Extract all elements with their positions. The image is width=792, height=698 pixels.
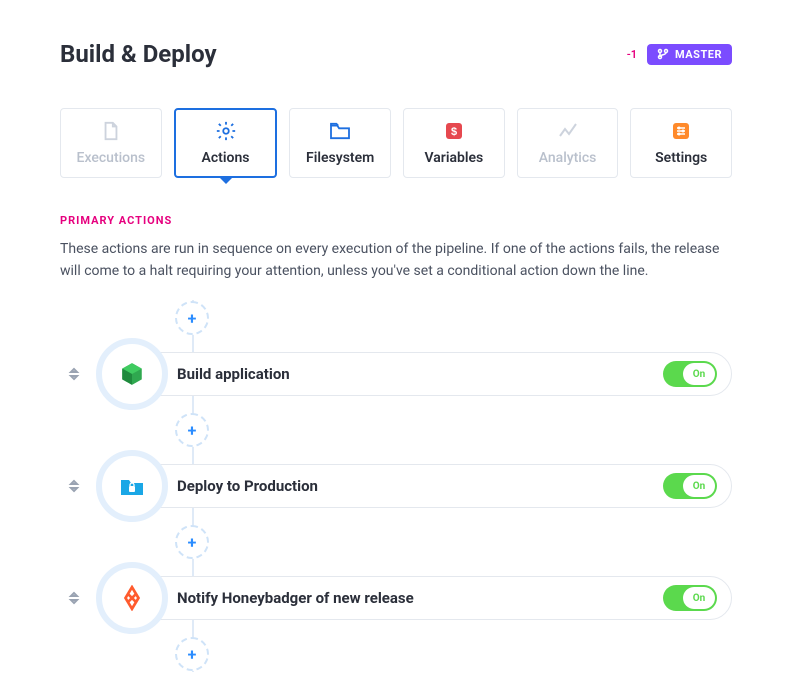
plus-icon: + [188, 645, 197, 664]
settings-icon [670, 120, 692, 142]
tab-settings[interactable]: Settings [630, 108, 732, 178]
action-title: Build application [177, 365, 663, 383]
variables-icon: $ [443, 120, 465, 142]
page-title: Build & Deploy [60, 40, 217, 68]
tab-filesystem[interactable]: Filesystem [289, 108, 391, 178]
drag-handle[interactable] [60, 472, 88, 500]
tab-label: Filesystem [306, 150, 374, 166]
toggle-knob: On [683, 587, 715, 609]
toggle-knob: On [683, 363, 715, 385]
tab-label: Actions [202, 150, 250, 166]
toggle-knob: On [683, 475, 715, 497]
section-label: PRIMARY ACTIONS [60, 214, 732, 227]
plus-icon: + [188, 309, 197, 328]
folder-lock-icon [119, 475, 145, 497]
plus-icon: + [188, 421, 197, 440]
plus-icon: + [188, 533, 197, 552]
actions-chain: + Buil [60, 300, 732, 672]
add-action-button[interactable]: + [175, 525, 209, 559]
tab-actions[interactable]: Actions [174, 108, 278, 178]
action-row: Build application On [60, 344, 732, 404]
tab-label: Settings [655, 150, 707, 166]
honeybadger-icon [119, 585, 145, 611]
tab-executions[interactable]: Executions [60, 108, 162, 178]
add-action-button[interactable]: + [175, 301, 209, 335]
tab-label: Variables [424, 150, 483, 166]
tab-bar: Executions Actions Filesystem $ [60, 108, 732, 178]
tab-label: Executions [77, 150, 146, 166]
page-header: Build & Deploy -1 MASTER [60, 40, 732, 68]
action-icon-badge [102, 456, 162, 516]
action-toggle[interactable]: On [663, 473, 717, 499]
branch-label: MASTER [675, 48, 722, 61]
execution-counter: -1 [627, 49, 637, 60]
action-card[interactable]: Notify Honeybadger of new release On [132, 576, 732, 620]
add-action-button[interactable]: + [175, 413, 209, 447]
action-card[interactable]: Deploy to Production On [132, 464, 732, 508]
folder-icon [329, 120, 351, 142]
analytics-icon [557, 120, 579, 142]
document-icon [100, 120, 122, 142]
tab-label: Analytics [539, 150, 597, 166]
action-row: Notify Honeybadger of new release On [60, 568, 732, 628]
action-icon-badge [102, 344, 162, 404]
drag-handle[interactable] [60, 584, 88, 612]
branch-icon [657, 48, 669, 60]
action-title: Deploy to Production [177, 477, 663, 495]
add-action-button[interactable]: + [175, 637, 209, 671]
cube-icon [119, 361, 145, 387]
drag-handle[interactable] [60, 360, 88, 388]
tab-analytics[interactable]: Analytics [517, 108, 619, 178]
action-title: Notify Honeybadger of new release [177, 589, 663, 607]
action-row: Deploy to Production On [60, 456, 732, 516]
svg-text:$: $ [451, 126, 457, 138]
section-description: These actions are run in sequence on eve… [60, 239, 732, 282]
action-toggle[interactable]: On [663, 361, 717, 387]
gear-icon [215, 120, 237, 142]
branch-badge[interactable]: MASTER [647, 44, 732, 65]
action-icon-badge [102, 568, 162, 628]
action-toggle[interactable]: On [663, 585, 717, 611]
tab-variables[interactable]: $ Variables [403, 108, 505, 178]
action-card[interactable]: Build application On [132, 352, 732, 396]
